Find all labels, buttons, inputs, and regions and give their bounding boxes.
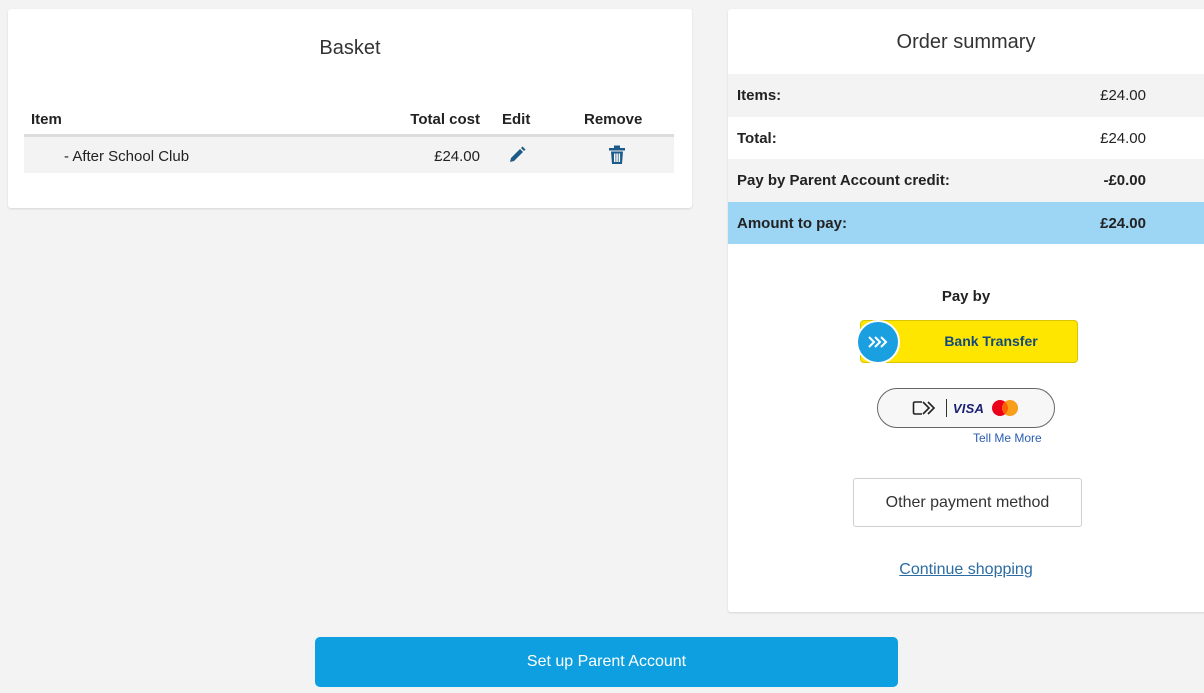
visa-logo: VISA [952,400,985,416]
summary-row-amount-to-pay: Amount to pay: £24.00 [728,201,1204,244]
order-summary-card: Order summary Items: £24.00 Total: £24.0… [728,9,1204,612]
column-header-total-cost: Total cost [410,111,480,128]
remove-button[interactable] [608,145,626,165]
item-total-cost: £24.00 [434,148,480,165]
item-name: - After School Club [64,148,190,165]
summary-value: -£0.00 [1103,172,1146,189]
continue-shopping-link[interactable]: Continue shopping [728,561,1204,579]
chevrons-right-icon [856,320,900,364]
bank-transfer-button[interactable]: Bank Transfer [856,320,1078,365]
summary-row-parent-credit: Pay by Parent Account credit: -£0.00 [728,159,1204,202]
basket-title: Basket [319,37,381,59]
summary-label: Items: [737,87,782,104]
edit-button[interactable] [508,146,526,164]
card-payment-button[interactable]: VISA [877,388,1055,428]
summary-row-total: Total: £24.00 [728,116,1204,159]
summary-label: Pay by Parent Account credit: [737,172,950,189]
basket-table-header: Item Total cost Edit Remove [24,101,674,137]
basket-card: Basket Item Total cost Edit Remove - Aft… [8,9,692,208]
summary-label: Amount to pay: [737,214,847,232]
pencil-icon [510,146,526,162]
order-summary-rows: Items: £24.00 Total: £24.00 Pay by Paren… [728,74,1204,244]
card-divider [945,399,947,417]
table-row: - After School Club £24.00 [24,137,674,173]
contactless-card-icon [912,401,936,415]
pay-by-heading: Pay by [941,288,991,305]
basket-table: Item Total cost Edit Remove - After Scho… [24,101,674,173]
summary-row-items: Items: £24.00 [728,74,1204,117]
bank-transfer-label: Bank Transfer [944,333,1038,349]
order-summary-title: Order summary [896,31,1036,53]
set-up-parent-account-button[interactable]: Set up Parent Account [315,637,898,687]
tell-me-more-link[interactable]: Tell Me More [973,431,1042,445]
column-header-edit: Edit [502,111,531,128]
summary-value: £24.00 [1100,129,1146,147]
column-header-item: Item [31,111,62,128]
summary-value: £24.00 [1100,214,1146,232]
summary-label: Total: [737,129,777,147]
mastercard-icon [992,400,1019,416]
other-payment-method-button[interactable]: Other payment method [853,478,1082,527]
summary-value: £24.00 [1100,87,1146,104]
trash-icon [609,145,625,164]
column-header-remove: Remove [584,111,643,128]
